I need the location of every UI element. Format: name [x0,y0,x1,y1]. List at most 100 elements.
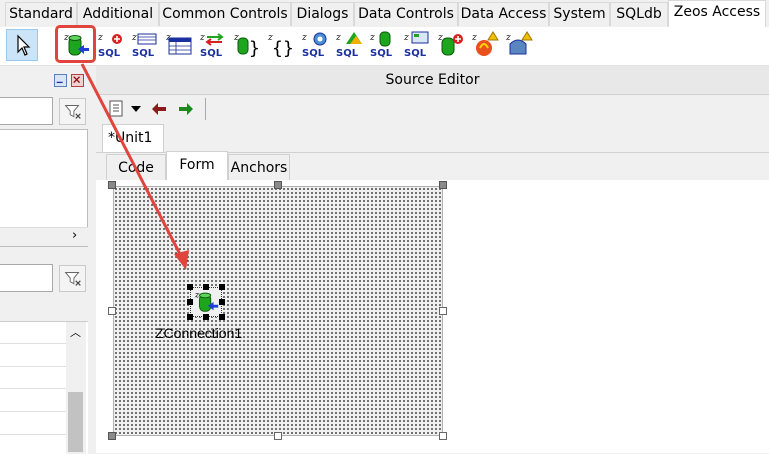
tab-system[interactable]: System [549,2,610,26]
tab-dialogs[interactable]: Dialogs [291,2,354,26]
zgroupedconnection-button[interactable]: z [436,30,466,60]
tree-horizontal-scrollbar[interactable]: › [0,227,88,246]
zirhelper-button[interactable]: z [504,30,534,60]
component-filter-input[interactable] [0,97,53,125]
component-selection-handle[interactable] [203,314,209,320]
clear-property-filter-button[interactable] [59,265,86,292]
scrollbar-thumb[interactable] [68,392,83,452]
minimize-icon [56,81,63,84]
property-grid[interactable]: ︿ [0,321,88,454]
svg-text:z: z [335,33,341,43]
zconnection1-label: ZConnection1 [155,325,243,341]
component-selection-handle[interactable] [187,284,193,290]
zsqlmetadata-icon: z SQL [335,32,362,59]
tab-code[interactable]: Code [106,154,166,180]
tab-sqldb[interactable]: SQLdb [610,2,668,26]
selection-pointer-icon [17,34,31,56]
filter-clear-icon [64,272,81,286]
zirconnection-icon: z [471,31,499,56]
svg-text:SQL: SQL [404,48,427,59]
component-selection-handle[interactable] [219,299,225,305]
component-selection-handle[interactable] [203,284,209,290]
zconnection-icon: z [194,289,219,312]
close-button[interactable] [71,74,84,87]
source-editor-titlebar: Source Editor [96,66,769,95]
selection-pointer-button[interactable] [6,29,38,61]
source-editor-title: Source Editor [385,72,480,88]
zsqlprocessor-button[interactable]: z { } [266,30,296,60]
dropdown-arrow-icon[interactable] [131,106,141,112]
ztable-icon: z [165,33,192,55]
tab-form[interactable]: Form [166,151,228,181]
form-resize-handle[interactable] [439,181,447,189]
zsequence-icon: z SQL [369,31,393,59]
minimize-button[interactable] [54,74,67,87]
zupdatesql-button[interactable]: z SQL [198,30,228,60]
clear-filter-button[interactable] [59,98,86,125]
component-selection-handle[interactable] [187,314,193,320]
tab-common-controls[interactable]: Common Controls [159,2,291,26]
form-resize-handle[interactable] [274,181,282,189]
tab-unit1[interactable]: *Unit1 [102,124,164,153]
chevron-up-icon[interactable]: ︿ [70,324,81,340]
forward-arrow-icon[interactable] [178,102,194,116]
svg-text:}: } [249,38,260,59]
svg-text:z: z [505,33,511,43]
form-resize-handle[interactable] [108,181,116,189]
form-resize-handle[interactable] [439,432,447,440]
zirhelper-icon: z [505,31,533,55]
tab-data-access[interactable]: Data Access [458,2,549,26]
close-icon [73,76,81,84]
component-palette-tabs: Standard Additional Common Controls Dial… [0,0,769,28]
property-grid-scrollbar[interactable]: ︿ [66,322,86,454]
toolbar-separator [205,98,206,120]
component-selection-handle[interactable] [219,314,225,320]
tab-zeos-access[interactable]: Zeos Access [668,0,766,28]
tab-anchors[interactable]: Anchors [228,154,290,180]
document-list-icon[interactable] [108,99,126,119]
svg-text:SQL: SQL [370,48,393,59]
zsqlprocessor-icon: z { } [267,33,294,59]
zsqlmetadata-button[interactable]: z SQL [334,30,364,60]
svg-text:z: z [403,33,409,43]
svg-text:z: z [301,33,307,43]
tab-data-controls[interactable]: Data Controls [354,2,458,26]
svg-text:z: z [131,33,137,43]
property-filter-input[interactable] [0,264,53,292]
zconnection1-component[interactable]: z [187,284,225,320]
tab-standard[interactable]: Standard [5,2,77,26]
form-resize-handle[interactable] [108,432,116,440]
zconnectiongroup-icon: z SQL [403,31,429,59]
svg-text:SQL: SQL [200,48,223,59]
svg-text:}: } [283,38,294,59]
zreadonlyquery-button[interactable]: z SQL [130,30,160,60]
svg-text:z: z [199,33,205,43]
source-editor-toolbar [96,95,769,123]
chevron-right-icon[interactable]: › [72,228,77,243]
zstoredproc-button[interactable]: z } [232,30,262,60]
form-resize-handle[interactable] [439,307,447,315]
component-selection-handle[interactable] [219,284,225,290]
zgroupedconnection-icon: z [437,33,463,56]
zquery-icon: z SQL [97,33,122,59]
zconnection-highlight-box [55,25,96,63]
svg-text:SQL: SQL [132,48,155,59]
back-arrow-icon[interactable] [151,102,167,116]
form-resize-handle[interactable] [274,432,282,440]
svg-text:z: z [97,33,103,43]
zirconnection-button[interactable]: z [470,30,500,60]
svg-text:z: z [471,33,477,43]
zsequence-button[interactable]: z SQL [368,30,398,60]
zconnectiongroup-button[interactable]: z SQL [402,30,432,60]
tab-additional[interactable]: Additional [77,2,159,26]
zreadonlyquery-icon: z SQL [131,33,157,59]
filter-clear-icon [64,105,81,119]
zsqlmonitor-button[interactable]: z SQL [300,30,330,60]
form-resize-handle[interactable] [108,307,116,315]
component-selection-handle[interactable] [187,299,193,305]
svg-text:SQL: SQL [98,48,121,59]
form1-designer[interactable] [113,186,443,436]
component-palette: z z SQL z SQL z z SQL z} z {} z SQL z … [0,27,769,66]
ztable-button[interactable]: z [164,30,194,60]
zquery-button[interactable]: z SQL [96,30,126,60]
